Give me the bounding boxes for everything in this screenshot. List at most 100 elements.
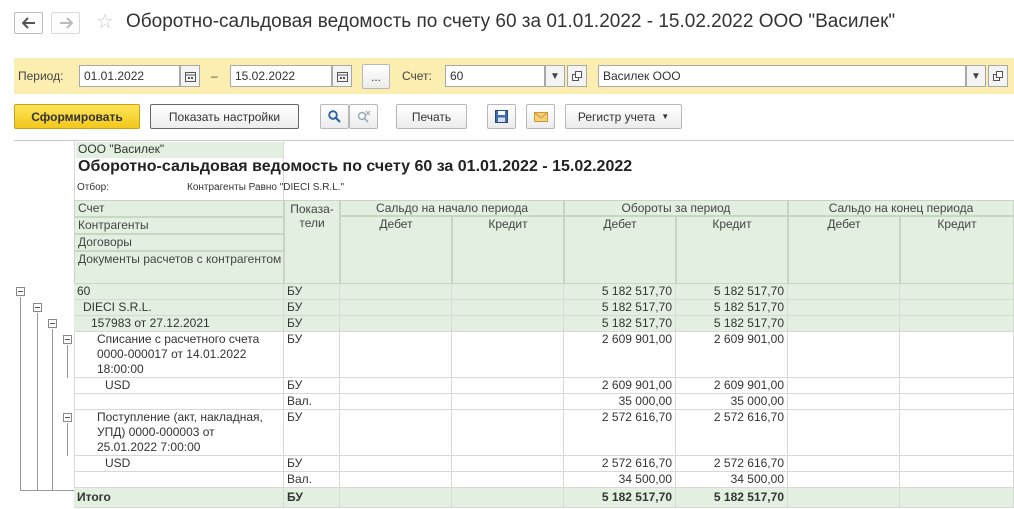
header-turnover-debit: Дебет bbox=[564, 216, 676, 284]
cell-turnover-credit: 5 182 517,70 bbox=[676, 316, 788, 332]
header-counterparties: Контрагенты bbox=[74, 217, 284, 234]
selection-label: Отбор: bbox=[77, 182, 109, 193]
cell-opening-debit bbox=[340, 300, 452, 316]
favorite-star-icon[interactable]: ☆ bbox=[96, 10, 114, 34]
cell-closing-debit bbox=[788, 488, 900, 508]
date-from-field[interactable]: 01.01.2022 bbox=[79, 65, 180, 87]
cell-indicator: БУ bbox=[284, 332, 340, 378]
chevron-down-icon: ▼ bbox=[971, 70, 981, 82]
envelope-icon bbox=[533, 111, 548, 122]
cell-opening-credit bbox=[452, 378, 564, 394]
collapse-toggle-contract[interactable] bbox=[48, 319, 57, 328]
date-to-field[interactable]: 15.02.2022 bbox=[230, 65, 332, 87]
cell-turnover-credit: 2 572 616,70 bbox=[676, 456, 788, 472]
cell-turnover-credit: 35 000,00 bbox=[676, 394, 788, 410]
cell-name: 60 bbox=[74, 284, 284, 300]
cell-opening-credit bbox=[452, 410, 564, 456]
cell-turnover-credit: 5 182 517,70 bbox=[676, 284, 788, 300]
cell-turnover-debit: 5 182 517,70 bbox=[564, 300, 676, 316]
cell-name: Списание с расчетного счета 0000-000017 … bbox=[74, 332, 284, 378]
open-window-icon bbox=[572, 71, 582, 81]
cell-turnover-credit: 2 609 901,00 bbox=[676, 332, 788, 378]
period-label: Период: bbox=[18, 69, 64, 83]
calendar-icon bbox=[184, 71, 196, 82]
cell-turnover-debit: 34 500,00 bbox=[564, 472, 676, 488]
send-email-button[interactable] bbox=[526, 104, 555, 129]
cell-name: DIECI S.R.L. bbox=[74, 300, 284, 316]
report-title: Оборотно-сальдовая ведомость по счету 60… bbox=[78, 158, 633, 175]
cell-opening-credit bbox=[452, 488, 564, 508]
caret-down-icon: ▼ bbox=[661, 112, 670, 121]
show-settings-button[interactable]: Показать настройки bbox=[150, 104, 299, 129]
account-open-button[interactable] bbox=[567, 65, 587, 87]
cell-opening-credit bbox=[452, 472, 564, 488]
cell-closing-debit bbox=[788, 472, 900, 488]
cell-opening-debit bbox=[340, 394, 452, 410]
header-documents: Документы расчетов с контрагентом bbox=[74, 251, 284, 284]
cell-name bbox=[74, 472, 284, 488]
cell-name: Итого bbox=[74, 488, 284, 508]
cell-turnover-debit: 2 609 901,00 bbox=[564, 378, 676, 394]
organization-field[interactable]: Василек ООО bbox=[598, 65, 966, 87]
cell-turnover-debit: 5 182 517,70 bbox=[564, 316, 676, 332]
back-button[interactable] bbox=[14, 12, 43, 34]
cell-name: 157983 от 27.12.2021 bbox=[74, 316, 284, 332]
header-account: Счет bbox=[74, 200, 284, 217]
organization-dropdown-button[interactable]: ▼ bbox=[966, 65, 986, 87]
collapse-toggle-account[interactable] bbox=[16, 287, 25, 296]
cell-name bbox=[74, 394, 284, 410]
header-closing-credit: Кредит bbox=[900, 216, 1014, 284]
header-opening-balance: Сальдо на начало периода bbox=[340, 200, 564, 216]
header-turnover: Обороты за период bbox=[564, 200, 788, 216]
cell-indicator: БУ bbox=[284, 316, 340, 332]
cell-closing-debit bbox=[788, 316, 900, 332]
save-button[interactable] bbox=[487, 104, 516, 129]
search-cancel-icon bbox=[357, 110, 370, 123]
selection-value: Контрагенты Равно "DIECI S.R.L." bbox=[187, 182, 345, 193]
save-disk-icon bbox=[495, 110, 508, 123]
chevron-down-icon: ▼ bbox=[550, 70, 560, 82]
cell-closing-credit bbox=[900, 332, 1014, 378]
cell-closing-credit bbox=[900, 378, 1014, 394]
print-button[interactable]: Печать bbox=[396, 104, 467, 129]
cell-turnover-debit: 5 182 517,70 bbox=[564, 488, 676, 508]
organization-open-button[interactable] bbox=[988, 65, 1008, 87]
tree-line-bottom bbox=[20, 490, 74, 491]
cell-indicator: БУ bbox=[284, 284, 340, 300]
cell-name: Поступление (акт, накладная, УПД) 0000-0… bbox=[74, 410, 284, 456]
date-to-calendar-button[interactable] bbox=[332, 65, 352, 87]
cell-closing-debit bbox=[788, 456, 900, 472]
cell-opening-debit bbox=[340, 284, 452, 300]
search-icon bbox=[328, 110, 341, 123]
generate-button[interactable]: Сформировать bbox=[14, 104, 140, 129]
cell-opening-debit bbox=[340, 472, 452, 488]
account-field[interactable]: 60 bbox=[445, 65, 545, 87]
collapse-toggle-document-2[interactable] bbox=[63, 413, 72, 422]
cell-turnover-credit: 2 572 616,70 bbox=[676, 410, 788, 456]
collapse-toggle-document-1[interactable] bbox=[63, 335, 72, 344]
cancel-search-button[interactable] bbox=[349, 104, 378, 129]
cell-indicator: Вал. bbox=[284, 472, 340, 488]
forward-button[interactable] bbox=[51, 12, 80, 34]
cell-indicator: Вал. bbox=[284, 394, 340, 410]
cell-turnover-debit: 2 609 901,00 bbox=[564, 332, 676, 378]
cell-closing-debit bbox=[788, 394, 900, 410]
date-from-calendar-button[interactable] bbox=[180, 65, 200, 87]
cell-closing-credit bbox=[900, 284, 1014, 300]
tree-line-level4a bbox=[67, 345, 68, 378]
cell-opening-credit bbox=[452, 456, 564, 472]
accounting-register-label: Регистр учета bbox=[577, 109, 656, 124]
cell-turnover-credit: 2 609 901,00 bbox=[676, 378, 788, 394]
cell-turnover-debit: 2 572 616,70 bbox=[564, 456, 676, 472]
collapse-toggle-counterparty[interactable] bbox=[33, 303, 42, 312]
cell-opening-debit bbox=[340, 410, 452, 456]
search-button[interactable] bbox=[320, 104, 349, 129]
header-opening-debit: Дебет bbox=[340, 216, 452, 284]
arrow-right-icon bbox=[59, 17, 73, 29]
header-turnover-credit: Кредит bbox=[676, 216, 788, 284]
header-closing-balance: Сальдо на конец периода bbox=[788, 200, 1014, 216]
account-dropdown-button[interactable]: ▼ bbox=[545, 65, 565, 87]
cell-name: USD bbox=[74, 456, 284, 472]
accounting-register-button[interactable]: Регистр учета ▼ bbox=[565, 104, 682, 129]
period-select-button[interactable]: ... bbox=[362, 64, 390, 89]
